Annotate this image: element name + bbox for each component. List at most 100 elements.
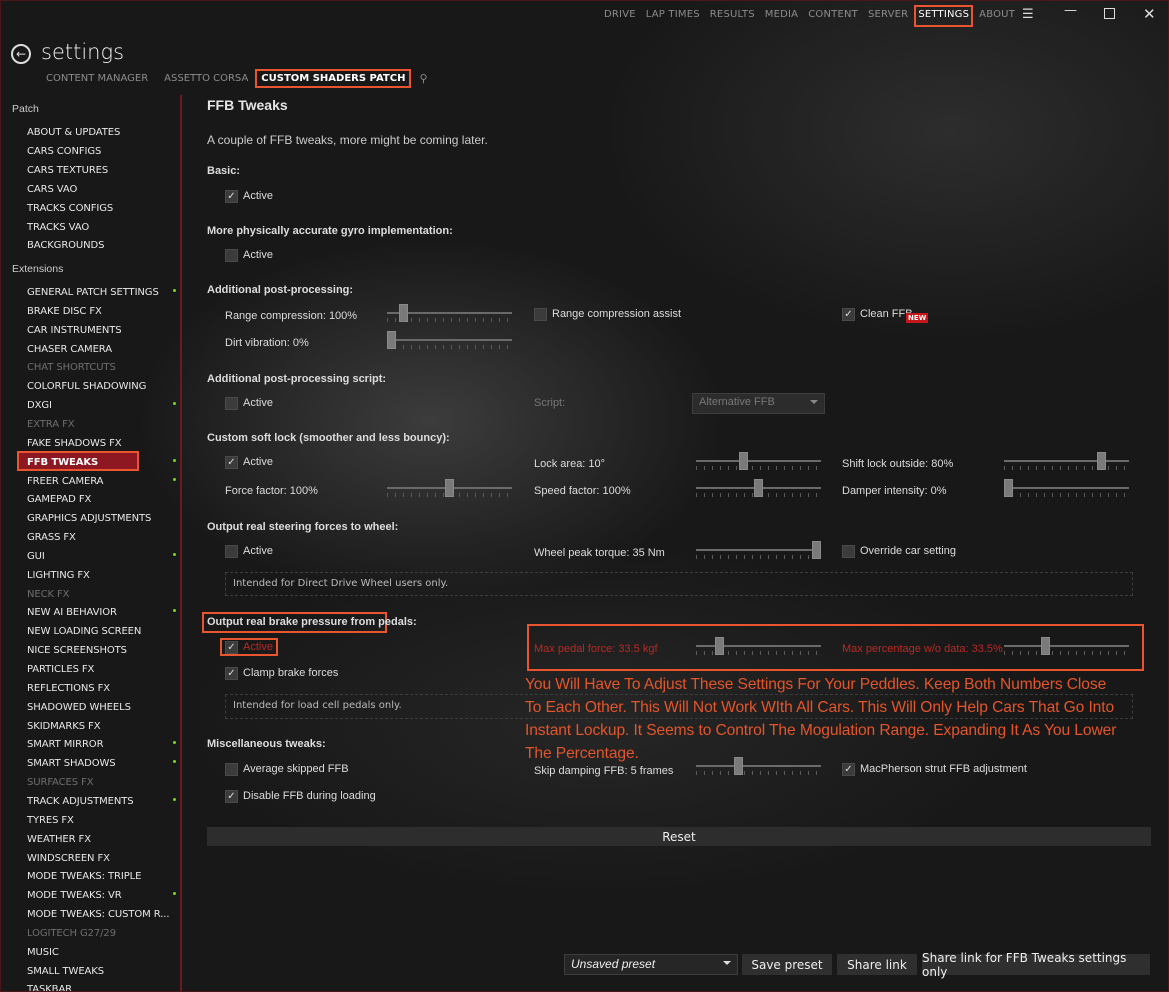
sidebar-item[interactable]: MODE TWEAKS: TRIPLE <box>27 871 141 882</box>
chevron-down-icon <box>723 961 731 965</box>
brake-active-label: Active <box>243 641 273 653</box>
gyro-active-label: Active <box>243 249 273 261</box>
sidebar-item[interactable]: SMART MIRROR <box>27 739 104 750</box>
misc-heading: Miscellaneous tweaks: <box>207 738 326 750</box>
sidebar-item[interactable]: COLORFUL SHADOWING <box>27 381 146 392</box>
skip-damping-slider[interactable] <box>696 757 821 777</box>
sidebar-item[interactable]: CHAT SHORTCUTS <box>27 362 116 373</box>
sidebar-item[interactable]: SKIDMARKS FX <box>27 721 101 732</box>
lock-area-slider[interactable] <box>696 452 821 472</box>
sidebar-item[interactable]: SURFACES FX <box>27 777 94 788</box>
sidebar-item[interactable]: PARTICLES FX <box>27 664 94 675</box>
slider-thumb[interactable] <box>739 452 748 470</box>
softlock-active-checkbox[interactable]: ✓ <box>225 456 238 469</box>
sidebar-item[interactable]: REFLECTIONS FX <box>27 683 110 694</box>
slider-thumb[interactable] <box>715 637 724 655</box>
shift-lock-label: Shift lock outside: 80% <box>842 458 954 470</box>
sidebar-item[interactable]: NEW AI BEHAVIOR <box>27 607 117 618</box>
sidebar-heading-patch: Patch <box>12 103 39 115</box>
max-pedal-force-slider[interactable] <box>696 637 821 657</box>
preset-select[interactable]: Unsaved preset <box>564 954 738 975</box>
save-preset-button[interactable]: Save preset <box>742 954 832 975</box>
script-select[interactable]: Alternative FFB <box>692 393 825 414</box>
slider-ticks <box>696 466 821 470</box>
sidebar-item[interactable]: EXTRA FX <box>27 419 75 430</box>
steering-active-checkbox[interactable] <box>225 545 238 558</box>
sidebar-item[interactable]: GRAPHICS ADJUSTMENTS <box>27 513 151 524</box>
share-link-button[interactable]: Share link <box>837 954 917 975</box>
sidebar-item[interactable]: MUSIC <box>27 947 59 958</box>
sidebar-item[interactable]: MODE TWEAKS: VR <box>27 890 122 901</box>
sidebar-item[interactable]: DXGI <box>27 400 52 411</box>
sidebar-item[interactable]: SMALL TWEAKS <box>27 966 104 977</box>
avg-skipped-checkbox[interactable] <box>225 763 238 776</box>
sidebar-item[interactable]: SHADOWED WHEELS <box>27 702 131 713</box>
sidebar-item[interactable]: CARS VAO <box>27 184 77 195</box>
sidebar-item[interactable]: WEATHER FX <box>27 834 91 845</box>
sidebar-item[interactable]: GAMEPAD FX <box>27 494 91 505</box>
slider-thumb[interactable] <box>387 331 396 349</box>
wheel-torque-slider[interactable] <box>696 541 821 561</box>
slider-thumb[interactable] <box>754 479 763 497</box>
sidebar-item[interactable]: GUI <box>27 551 45 562</box>
sidebar-item[interactable]: NICE SCREENSHOTS <box>27 645 127 656</box>
sidebar-item[interactable]: BRAKE DISC FX <box>27 306 102 317</box>
reset-button[interactable]: Reset <box>207 827 1151 846</box>
override-checkbox[interactable] <box>842 545 855 558</box>
slider-thumb[interactable] <box>812 541 821 559</box>
sidebar-item[interactable]: TASKBAR <box>27 984 72 991</box>
damper-intensity-slider[interactable] <box>1004 479 1129 499</box>
shift-lock-slider[interactable] <box>1004 452 1129 472</box>
range-assist-checkbox[interactable] <box>534 308 547 321</box>
sidebar-item[interactable]: FREER CAMERA <box>27 476 104 487</box>
slider-ticks <box>1004 651 1129 655</box>
basic-active-checkbox[interactable]: ✓ <box>225 190 238 203</box>
script-active-checkbox[interactable] <box>225 397 238 410</box>
slider-thumb[interactable] <box>734 757 743 775</box>
macpherson-checkbox[interactable]: ✓ <box>842 763 855 776</box>
slider-thumb[interactable] <box>1097 452 1106 470</box>
gyro-active-checkbox[interactable] <box>225 249 238 262</box>
sidebar-item[interactable]: ABOUT & UPDATES <box>27 127 120 138</box>
slider-thumb[interactable] <box>1041 637 1050 655</box>
sidebar-item[interactable]: FAKE SHADOWS FX <box>27 438 122 449</box>
slider-thumb[interactable] <box>399 304 408 322</box>
force-factor-slider[interactable] <box>387 479 512 499</box>
slider-thumb[interactable] <box>1004 479 1013 497</box>
sidebar-item[interactable]: SMART SHADOWS <box>27 758 116 769</box>
sidebar-item[interactable]: BACKGROUNDS <box>27 240 104 251</box>
sidebar-item[interactable]: NEW LOADING SCREEN <box>27 626 141 637</box>
sidebar-item[interactable]: LIGHTING FX <box>27 570 90 581</box>
max-percentage-slider[interactable] <box>1004 637 1129 657</box>
sidebar-item[interactable]: CARS TEXTURES <box>27 165 108 176</box>
share-ffb-link-button[interactable]: Share link for FFB Tweaks settings only <box>922 951 1150 979</box>
slider-thumb[interactable] <box>445 479 454 497</box>
range-assist-label: Range compression assist <box>552 308 682 320</box>
clean-ffb-checkbox[interactable]: ✓ <box>842 308 855 321</box>
range-compression-slider[interactable] <box>387 304 512 324</box>
clamp-checkbox[interactable]: ✓ <box>225 667 238 680</box>
sidebar-item[interactable]: WINDSCREEN FX <box>27 853 110 864</box>
sidebar-item[interactable]: LOGITECH G27/29 <box>27 928 116 939</box>
dirt-vibration-slider[interactable] <box>387 331 512 351</box>
sidebar-item[interactable]: CARS CONFIGS <box>27 146 101 157</box>
sidebar-item[interactable]: GENERAL PATCH SETTINGS <box>27 287 159 298</box>
sidebar-item[interactable]: CHASER CAMERA <box>27 344 112 355</box>
sidebar-item[interactable]: GRASS FX <box>27 532 76 543</box>
sidebar-item-ffb-tweaks[interactable]: FFB TWEAKS <box>27 457 98 468</box>
sidebar-item[interactable]: TRACKS CONFIGS <box>27 203 113 214</box>
sidebar-item[interactable]: NECK FX <box>27 589 70 600</box>
sidebar-item[interactable]: TRACK ADJUSTMENTS <box>27 796 134 807</box>
sidebar-item[interactable]: TYRES FX <box>27 815 74 826</box>
sidebar-item[interactable]: MODE TWEAKS: CUSTOM R... <box>27 909 170 920</box>
sidebar-item[interactable]: CAR INSTRUMENTS <box>27 325 122 336</box>
range-compression-label: Range compression: 100% <box>225 310 358 322</box>
slider-track <box>1004 460 1129 462</box>
steering-note: Intended for Direct Drive Wheel users on… <box>225 572 1133 596</box>
app-window: DRIVE LAP TIMES RESULTS MEDIA CONTENT SE… <box>0 0 1169 992</box>
brake-active-checkbox[interactable]: ✓ <box>225 641 238 654</box>
sidebar-item[interactable]: TRACKS VAO <box>27 222 89 233</box>
disable-ffb-loading-checkbox[interactable]: ✓ <box>225 790 238 803</box>
speed-factor-slider[interactable] <box>696 479 821 499</box>
preset-select-value: Unsaved preset <box>571 957 656 971</box>
